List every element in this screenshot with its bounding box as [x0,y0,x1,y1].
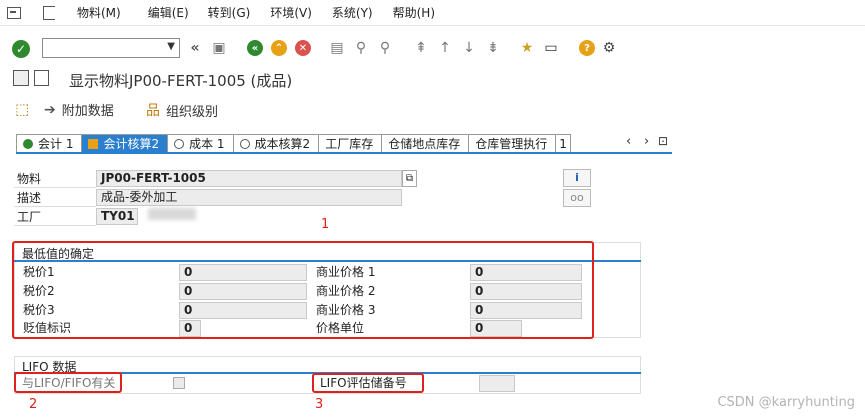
chevron-down-icon[interactable]: ▼ [167,41,175,52]
highlight-box-3 [312,373,424,393]
tab-accounting-1[interactable]: 会计 1 [16,134,83,152]
tab-list-icon[interactable]: ⊡ [658,134,668,148]
page-title: 显示物料JP00-FERT-1005 (成品) [69,72,293,90]
plant-label: 工厂 [14,208,96,226]
settings-icon[interactable]: ⚙ [601,40,617,56]
tab-label: 仓储地点库存 [388,137,461,151]
tab-label: 会计核算2 [103,137,160,151]
cancel-icon[interactable]: ✕ [295,40,311,56]
command-field[interactable]: ▼ [42,38,180,58]
help-icon[interactable]: ? [579,40,595,56]
additional-data-label: 附加数据 [61,104,114,119]
pin-icon[interactable] [43,5,55,20]
org-levels-label: 组织级别 [166,104,219,120]
menu-bar: 物料(M) 编辑(E) 转到(G) 环境(V) 系统(Y) 帮助(H) [0,0,865,26]
org-icon-left[interactable]: ⬚ [15,100,35,118]
find-next-icon[interactable]: ⚲ [377,40,393,56]
print-icon[interactable]: ▤ [329,40,345,56]
redacted-text [148,208,196,220]
org-levels-button[interactable]: 品 组织级别 [146,100,218,120]
last-page-icon[interactable]: ⇟ [485,40,501,56]
double-left-icon[interactable]: « [187,40,203,56]
tab-more[interactable]: 1 [555,134,571,152]
menu-system[interactable]: 系统(Y) [332,4,373,21]
tab-strip: 会计 1 会计核算2 成本 1 成本核算2 工厂库存 仓储地点库存 仓库管理执行… [16,134,571,152]
display-change-icon[interactable] [13,70,29,86]
find-icon[interactable]: ⚲ [353,40,369,56]
description-field[interactable]: 成品-委外加工 [96,189,402,206]
prev-page-icon[interactable]: ↑ [437,40,453,56]
radio-icon [239,138,250,149]
hierarchy-icon: ⬚ [15,100,30,118]
tab-accounting-2[interactable]: 会计核算2 [81,134,169,152]
new-session-icon[interactable]: ★ [519,40,535,56]
exit-icon[interactable]: ⌃ [271,40,287,56]
menu-goto[interactable]: 转到(G) [208,4,251,21]
folder-icon [88,138,99,149]
tab-label: 成本 1 [189,137,225,151]
tab-label: 会计 1 [38,137,74,151]
org-levels-icon: 品 [146,103,160,119]
watermark: CSDN @karryhunting [717,395,855,410]
tab-storage-location-stock[interactable]: 仓储地点库存 [381,134,470,152]
shortcut-icon[interactable]: ▭ [543,40,559,56]
plant-field[interactable]: TY01 [96,208,138,225]
highlight-box-2 [14,372,122,393]
lifo-pool-field[interactable] [479,375,515,392]
document-icon[interactable] [34,70,49,86]
description-label: 描述 [14,189,96,207]
material-label: 物料 [14,170,96,188]
check-icon [23,138,33,149]
annotation-1: 1 [321,217,330,232]
tab-costing-2[interactable]: 成本核算2 [232,134,320,152]
annotation-2: 2 [29,397,38,412]
tab-warehouse-execution[interactable]: 仓库管理执行 [468,134,557,152]
lifo-relevant-checkbox[interactable] [173,377,185,389]
first-page-icon[interactable]: ⇞ [413,40,429,56]
tab-plant-stock[interactable]: 工厂库存 [318,134,383,152]
material-field[interactable]: JP00-FERT-1005 [96,170,402,187]
annotation-3: 3 [315,397,324,412]
menu-material[interactable]: 物料(M) [77,4,121,21]
save-icon[interactable]: ▣ [211,40,227,56]
tab-label: 1 [559,136,567,151]
system-menu-icon[interactable] [7,6,21,19]
info-icon[interactable]: i [563,169,591,187]
copy-icon[interactable]: ⧉ [402,170,417,187]
next-page-icon[interactable]: ↓ [461,40,477,56]
chevron-left-icon[interactable]: ‹ [626,134,631,149]
highlight-box-1 [12,241,594,339]
glasses-icon[interactable]: oo [563,189,591,207]
arrow-right-icon: ➔ [44,101,56,118]
back-icon[interactable]: « [247,40,263,56]
radio-icon [174,138,185,149]
tab-label: 成本核算2 [254,137,311,151]
tab-underline [16,152,672,154]
enter-icon[interactable]: ✓ [12,40,30,58]
tab-label: 仓库管理执行 [475,137,548,151]
tab-costing-1[interactable]: 成本 1 [167,134,234,152]
menu-environment[interactable]: 环境(V) [270,4,312,21]
tab-label: 工厂库存 [325,137,374,151]
menu-help[interactable]: 帮助(H) [393,4,435,21]
chevron-right-icon[interactable]: › [644,134,649,149]
menu-edit[interactable]: 编辑(E) [148,4,189,21]
additional-data-button[interactable]: ➔ 附加数据 [44,100,114,120]
